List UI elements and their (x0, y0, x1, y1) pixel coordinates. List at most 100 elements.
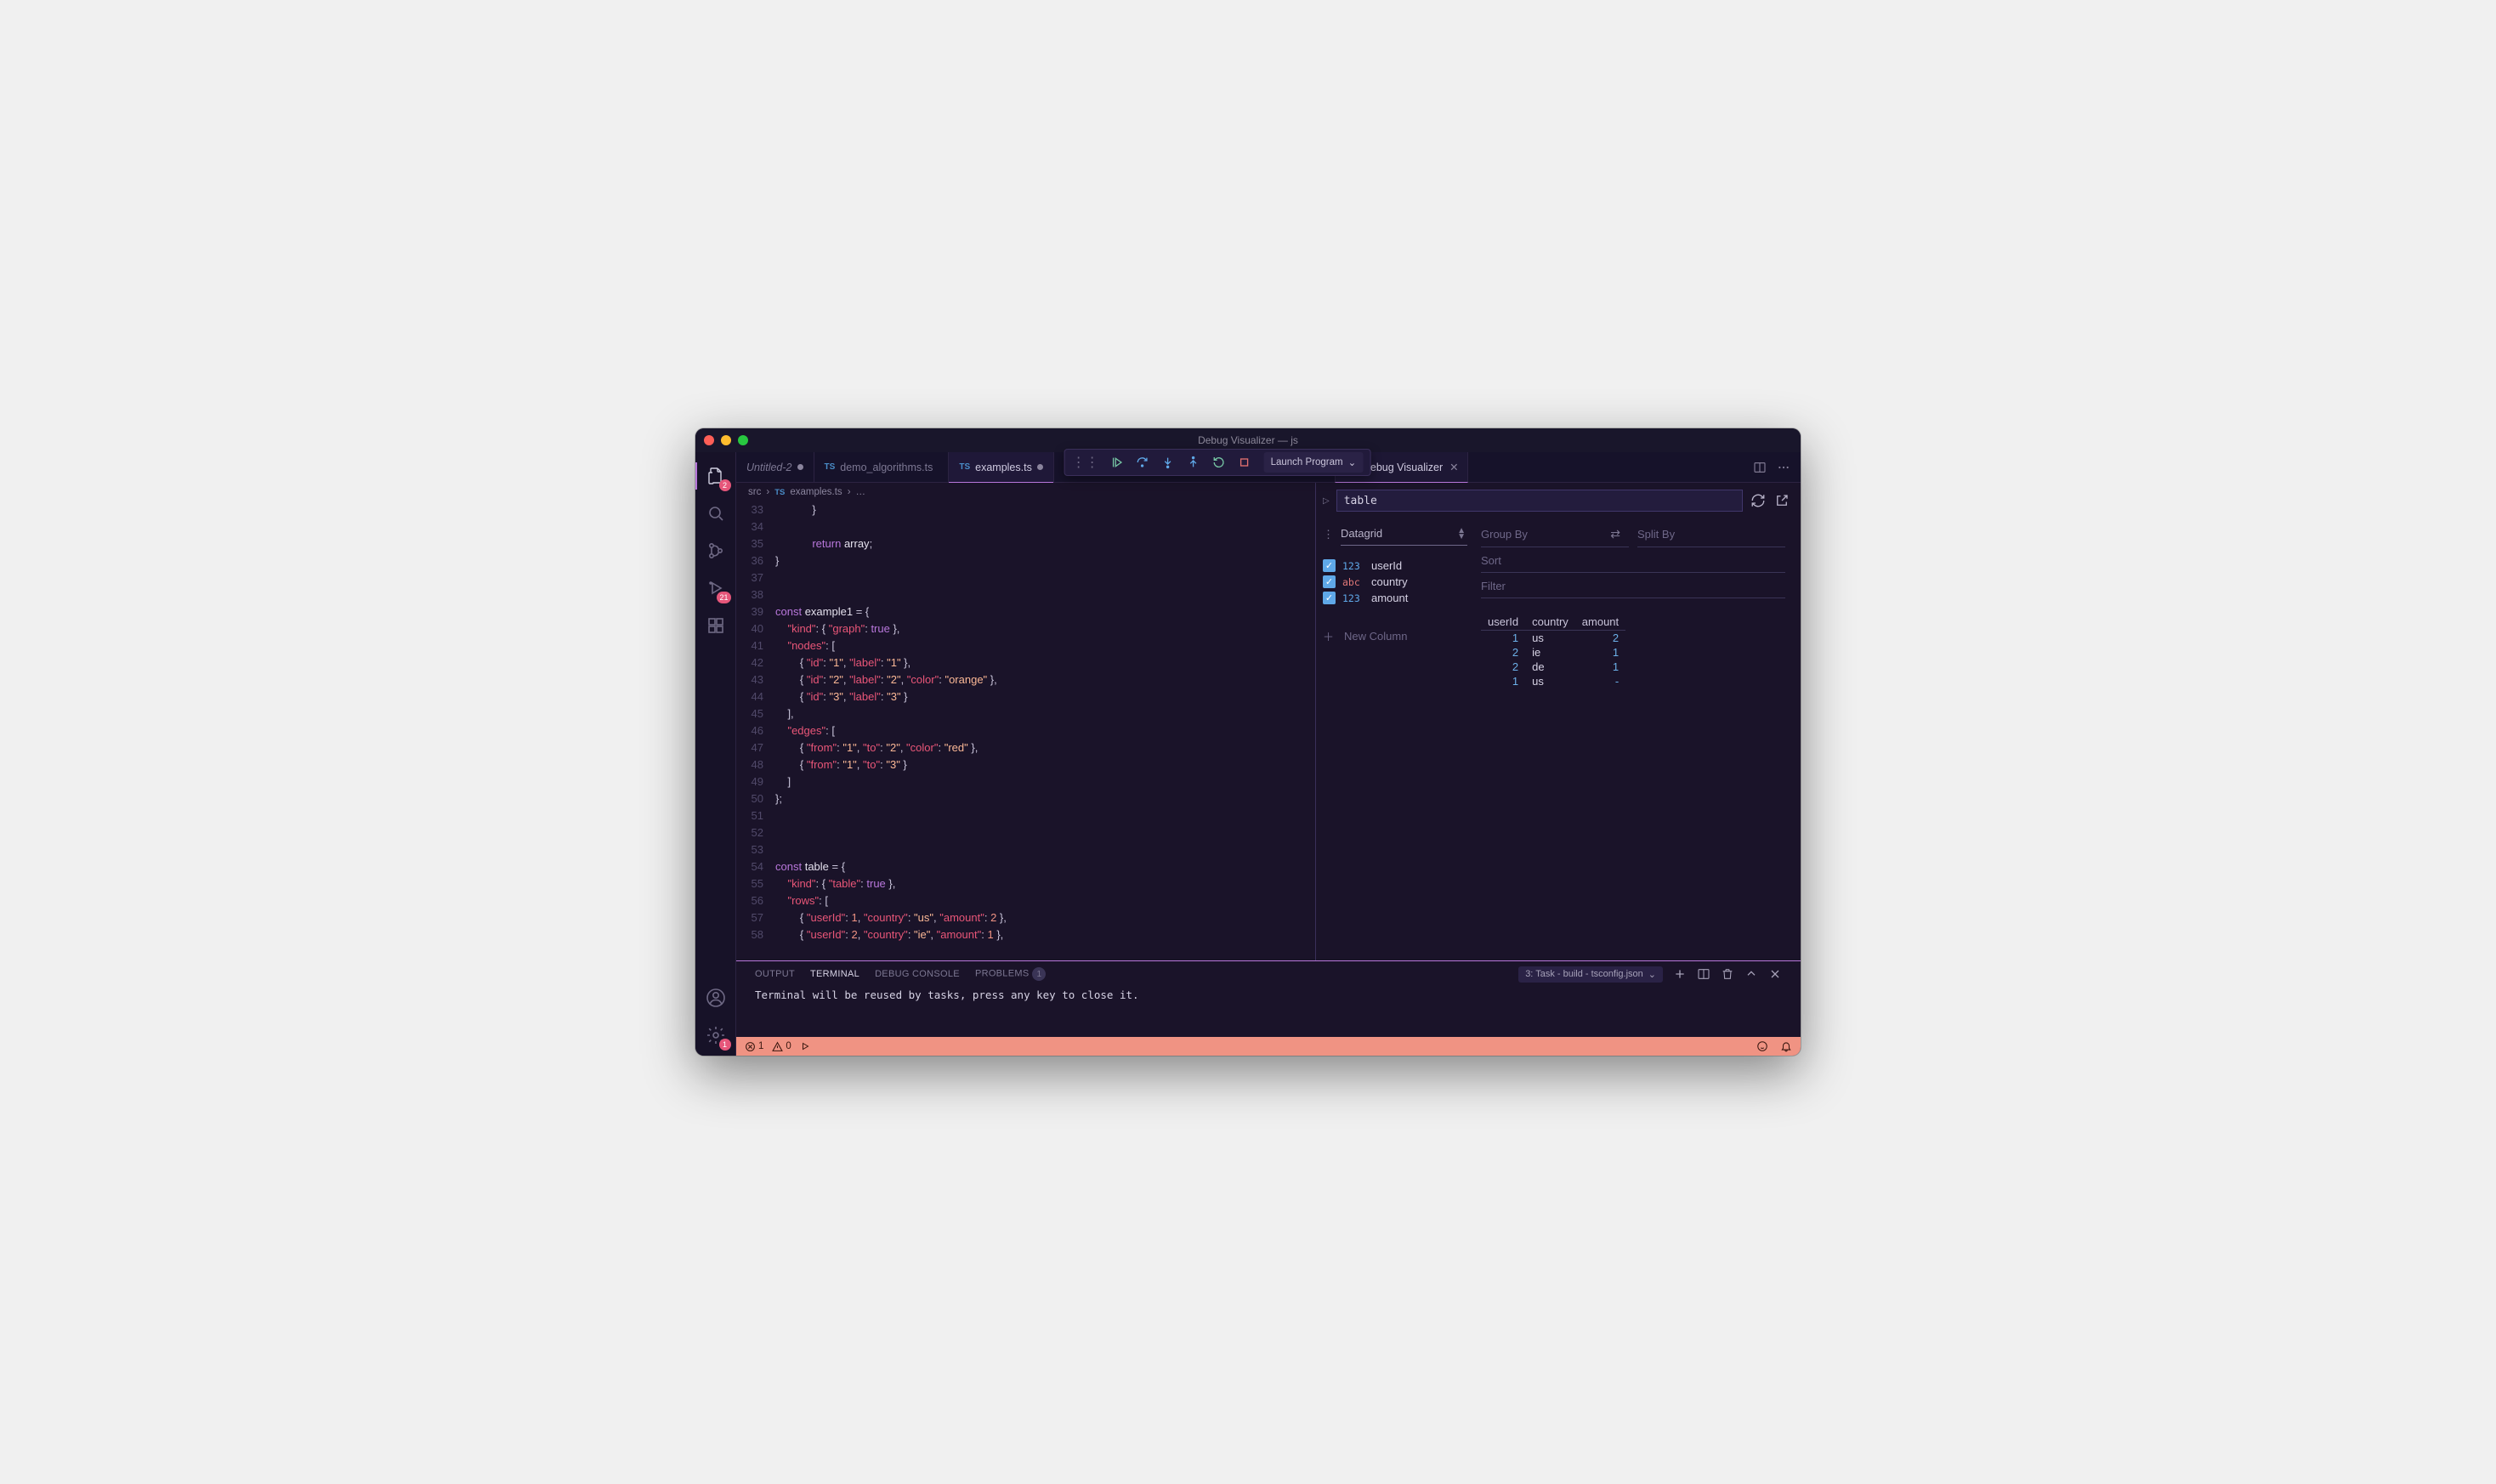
status-warnings[interactable]: 0 (772, 1041, 791, 1052)
panel-tab-debug-console[interactable]: DEBUG CONSOLE (875, 969, 960, 979)
table-row[interactable]: 2de1 (1481, 660, 1625, 674)
breadcrumb[interactable]: src › TS examples.ts › … (736, 483, 1315, 501)
column-name: country (1371, 575, 1408, 588)
sort-field[interactable]: Sort (1481, 551, 1785, 573)
app-window: Debug Visualizer — js 2 21 (695, 428, 1801, 1056)
window-controls (704, 435, 748, 445)
kill-terminal-icon[interactable] (1721, 967, 1734, 981)
close-icon[interactable]: ✕ (1449, 461, 1458, 473)
launch-config-select[interactable]: Launch Program⌄ (1264, 452, 1364, 473)
column-type: 123 (1342, 560, 1364, 572)
data-table: userIdcountryamount1us22ie12de11us- (1481, 614, 1785, 688)
status-run-icon[interactable] (800, 1041, 810, 1051)
editor-actions (1743, 452, 1801, 482)
column-list: ✓ 123 userId✓ abc country✓ 123 amount (1323, 559, 1467, 604)
expression-input[interactable] (1336, 490, 1743, 512)
bell-icon[interactable] (1780, 1040, 1792, 1052)
checkbox-icon[interactable]: ✓ (1323, 559, 1336, 572)
column-header[interactable]: amount (1575, 614, 1625, 631)
panel-tab-output[interactable]: OUTPUT (755, 969, 795, 979)
debug-icon[interactable]: 21 (695, 571, 736, 605)
explorer-icon[interactable]: 2 (695, 459, 736, 493)
panel-tabs: OUTPUT TERMINAL DEBUG CONSOLE PROBLEMS1 … (736, 961, 1801, 987)
search-icon[interactable] (695, 496, 736, 530)
split-editor-icon[interactable] (1753, 461, 1767, 474)
popout-icon[interactable] (1773, 492, 1790, 509)
column-name: amount (1371, 592, 1408, 604)
new-column-button[interactable]: ＋ New Column (1323, 628, 1467, 644)
step-into-button[interactable] (1157, 451, 1179, 473)
filter-field[interactable]: Filter (1481, 576, 1785, 598)
terminal-body[interactable]: Terminal will be reused by tasks, press … (736, 987, 1801, 1037)
editor-tab[interactable]: Untitled-2 (736, 452, 814, 482)
continue-button[interactable] (1106, 451, 1128, 473)
settings-icon[interactable]: 1 (695, 1018, 736, 1052)
grip-icon[interactable]: ⋮⋮ (1069, 454, 1103, 471)
table-row[interactable]: 1us- (1481, 674, 1625, 688)
column-toggle[interactable]: ✓ 123 userId (1323, 559, 1467, 572)
tab-label: Debug Visualizer (1363, 462, 1443, 473)
column-toggle[interactable]: ✓ 123 amount (1323, 592, 1467, 604)
close-window[interactable] (704, 435, 714, 445)
debug-toolbar[interactable]: ⋮⋮ Launch Program⌄ (1064, 449, 1371, 476)
dirty-indicator (797, 464, 803, 470)
tab-label: examples.ts (975, 462, 1032, 473)
code-editor[interactable]: 33 }3435 return array;36}373839const exa… (736, 501, 1315, 960)
explorer-badge: 2 (719, 479, 731, 491)
more-icon[interactable] (1777, 461, 1790, 474)
column-toggle[interactable]: ✓ abc country (1323, 575, 1467, 588)
chevron-down-icon: ⌄ (1648, 969, 1656, 980)
dirty-indicator (1037, 464, 1043, 470)
app-body: 2 21 1 Untitl (695, 452, 1801, 1056)
visualizer-config: ⋮ Datagrid ▲▼ ✓ 123 userId✓ abc country✓… (1323, 524, 1467, 952)
window-title: Debug Visualizer — js (1198, 434, 1298, 446)
ts-icon: TS (959, 462, 970, 472)
status-bar: 1 0 (736, 1037, 1801, 1056)
split-terminal-icon[interactable] (1697, 967, 1710, 981)
view-select[interactable]: Datagrid ▲▼ (1341, 524, 1467, 546)
debug-badge: 21 (717, 592, 730, 603)
maximize-window[interactable] (738, 435, 748, 445)
collapse-icon[interactable]: ▷ (1323, 496, 1330, 506)
table-row[interactable]: 2ie1 (1481, 645, 1625, 660)
menu-icon[interactable]: ⋮ (1323, 528, 1334, 541)
column-header[interactable]: userId (1481, 614, 1525, 631)
terminal-select[interactable]: 3: Task - build - tsconfig.json⌄ (1518, 966, 1663, 983)
restart-button[interactable] (1208, 451, 1230, 473)
column-header[interactable]: country (1525, 614, 1575, 631)
step-out-button[interactable] (1183, 451, 1205, 473)
source-control-icon[interactable] (695, 534, 736, 568)
bottom-panel: OUTPUT TERMINAL DEBUG CONSOLE PROBLEMS1 … (736, 960, 1801, 1037)
refresh-icon[interactable] (1750, 492, 1767, 509)
panel-tab-problems[interactable]: PROBLEMS1 (975, 967, 1047, 981)
tab-label: Untitled-2 (746, 462, 792, 473)
stop-button[interactable] (1234, 451, 1256, 473)
editor-tab[interactable]: TSdemo_algorithms.ts (814, 452, 950, 482)
sort-arrows-icon: ▲▼ (1457, 528, 1466, 540)
editor-pane: src › TS examples.ts › … 33 }3435 return… (736, 483, 1316, 960)
tab-label: demo_algorithms.ts (840, 462, 933, 473)
new-terminal-icon[interactable] (1673, 967, 1687, 981)
editor-tab[interactable]: TS examples.ts (949, 452, 1053, 482)
maximize-panel-icon[interactable] (1744, 967, 1758, 981)
feedback-icon[interactable] (1756, 1040, 1768, 1052)
column-type: abc (1342, 576, 1364, 588)
visualizer-header: ▷ (1316, 483, 1801, 518)
main-area: Untitled-2 TSdemo_algorithms.ts TS examples… (736, 452, 1801, 1056)
panel-tab-terminal[interactable]: TERMINAL (810, 969, 859, 979)
close-panel-icon[interactable] (1768, 967, 1782, 981)
split-by-field[interactable]: Split By (1637, 524, 1785, 547)
checkbox-icon[interactable]: ✓ (1323, 592, 1336, 604)
minimize-window[interactable] (721, 435, 731, 445)
step-over-button[interactable] (1132, 451, 1154, 473)
swap-icon[interactable]: ⇄ (1610, 527, 1620, 541)
account-icon[interactable] (695, 981, 736, 1015)
activity-bar: 2 21 1 (695, 452, 736, 1056)
visualizer-body: ⋮ Datagrid ▲▼ ✓ 123 userId✓ abc country✓… (1316, 518, 1801, 960)
extensions-icon[interactable] (695, 609, 736, 643)
group-by-field[interactable]: Group By⇄ (1481, 524, 1629, 547)
checkbox-icon[interactable]: ✓ (1323, 575, 1336, 588)
column-name: userId (1371, 559, 1402, 572)
table-row[interactable]: 1us2 (1481, 631, 1625, 646)
status-errors[interactable]: 1 (745, 1041, 763, 1052)
